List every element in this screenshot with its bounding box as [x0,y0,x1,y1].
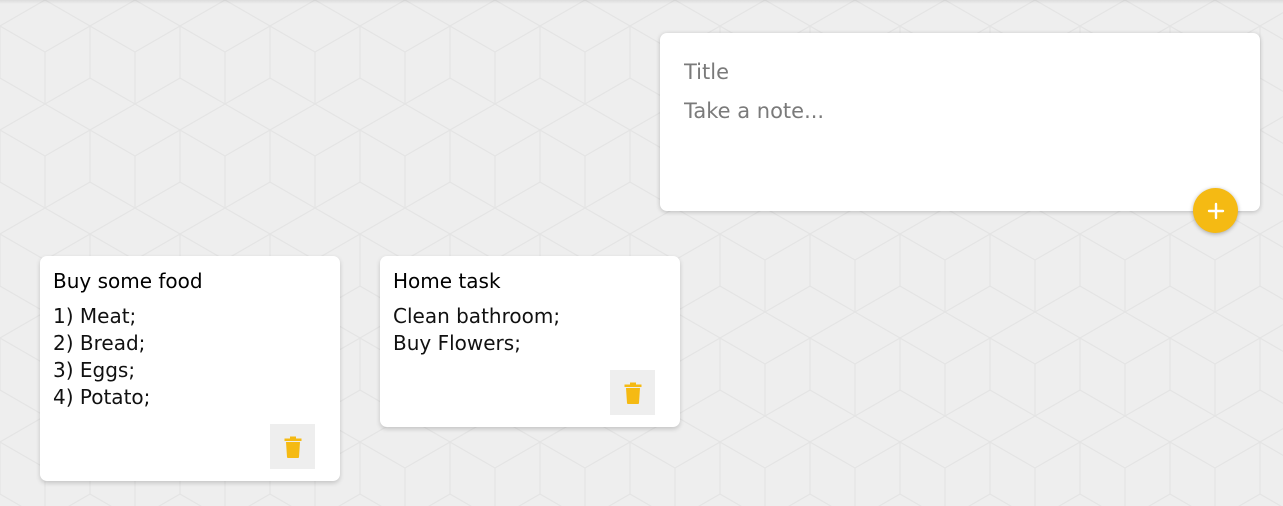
note-content-input[interactable] [684,97,1234,177]
delete-note-button[interactable] [610,370,655,415]
header-shadow [0,0,1283,4]
note-line: 2) Bread; [53,331,146,355]
note-line: 1) Meat; [53,304,137,328]
add-note-button[interactable] [1193,188,1238,233]
note-line: Buy Flowers; [393,331,521,355]
note-title: Home task [393,269,501,293]
note-content: 1) Meat; 2) Bread; 3) Eggs; 4) Potato; [53,303,150,411]
trash-icon [284,436,301,458]
note-content: Clean bathroom; Buy Flowers; [393,303,560,357]
note-line: Clean bathroom; [393,304,561,328]
note-line: 4) Potato; [53,385,151,409]
note-title: Buy some food [53,269,203,293]
plus-icon [1207,202,1224,219]
note-line: 3) Eggs; [53,358,136,382]
note-card: Home task Clean bathroom; Buy Flowers; [380,256,680,427]
delete-note-button[interactable] [270,424,315,469]
title-input[interactable] [684,58,1234,86]
note-composer [660,33,1260,233]
note-card: Buy some food 1) Meat; 2) Bread; 3) Eggs… [40,256,340,481]
trash-icon [624,382,641,404]
